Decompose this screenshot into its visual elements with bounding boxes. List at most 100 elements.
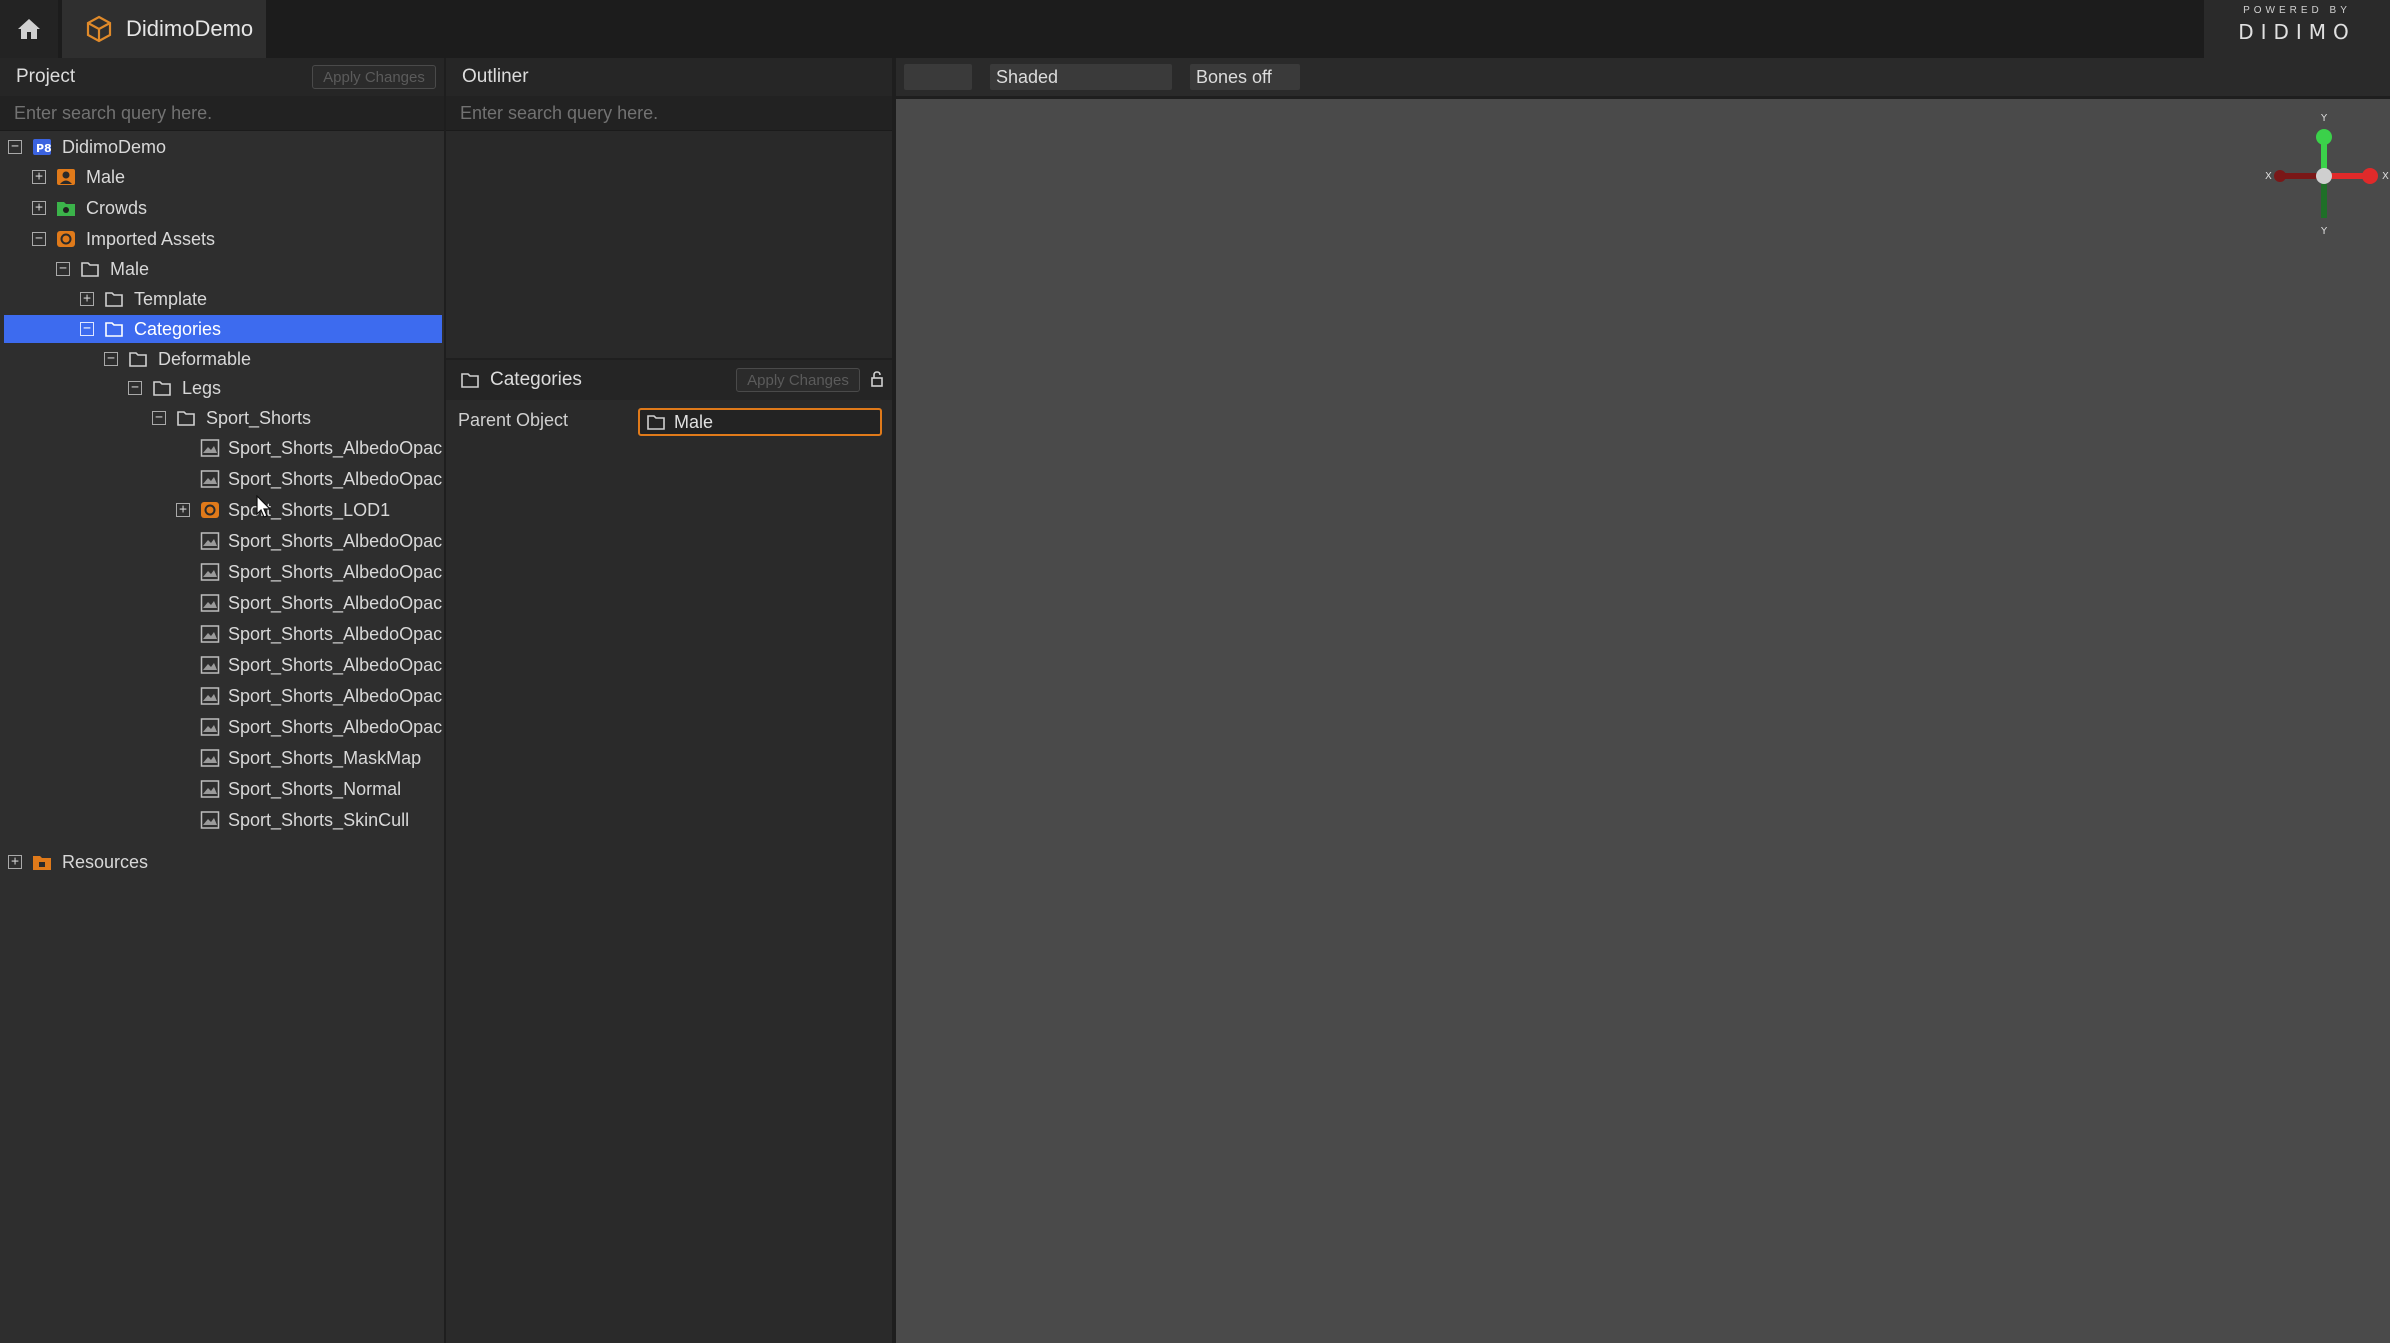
- axis-y-handle[interactable]: [2316, 129, 2332, 145]
- bones-toggle-label: Bones off: [1196, 66, 1272, 87]
- tree-item-deformable[interactable]: − Deformable: [0, 345, 444, 373]
- tree-item-resources[interactable]: + Resources: [0, 848, 444, 876]
- crowd-folder-icon: [57, 202, 75, 216]
- tree-label: Template: [134, 288, 208, 309]
- collapse-icon[interactable]: −: [104, 352, 118, 366]
- texture-icon: [200, 439, 220, 457]
- parent-object-field[interactable]: Male: [638, 408, 882, 436]
- collapse-icon[interactable]: −: [128, 381, 142, 395]
- tab-label: DidimoDemo: [126, 16, 254, 41]
- project-search-input[interactable]: [12, 101, 444, 125]
- outliner-panel: Outliner Categories Apply Changes Parent…: [446, 58, 896, 1343]
- tree-item-asset[interactable]: Sport_Shorts_AlbedoOpac: [0, 713, 444, 741]
- viewport-camera-dropdown[interactable]: [904, 64, 972, 90]
- tree-label: Sport_Shorts_AlbedoOpac: [228, 716, 443, 737]
- tree-item-categories[interactable]: − Categories: [4, 315, 442, 343]
- tree-label: Sport_Shorts_Normal: [228, 778, 402, 799]
- inspector-header: Categories Apply Changes: [446, 358, 892, 400]
- bones-toggle-button[interactable]: Bones off: [1190, 64, 1300, 90]
- tree-item-asset[interactable]: Sport_Shorts_SkinCull: [0, 806, 444, 834]
- texture-icon: [200, 687, 220, 705]
- collapse-icon[interactable]: −: [32, 232, 46, 246]
- home-button[interactable]: [0, 0, 58, 58]
- tree-item-male[interactable]: + Male: [0, 163, 444, 191]
- folder-icon: [129, 352, 147, 367]
- parent-object-row: Parent Object Male: [446, 400, 892, 440]
- collapse-icon[interactable]: −: [80, 322, 94, 336]
- shading-mode-dropdown[interactable]: Shaded: [990, 64, 1172, 90]
- imported-assets-icon: [57, 231, 75, 247]
- project-icon: P8: [33, 139, 52, 155]
- axis-x-label-right: X: [2382, 171, 2389, 182]
- tree-item-template[interactable]: + Template: [0, 285, 444, 313]
- tree-item-asset[interactable]: Sport_Shorts_AlbedoOpac: [0, 527, 444, 555]
- tree-item-asset[interactable]: Sport_Shorts_AlbedoOpac: [0, 558, 444, 586]
- tree-item-crowds[interactable]: + Crowds: [0, 194, 444, 222]
- project-apply-changes-button[interactable]: Apply Changes: [312, 65, 436, 89]
- axis-center-handle[interactable]: [2316, 168, 2332, 184]
- package-icon: [86, 15, 112, 43]
- tree-item-asset[interactable]: Sport_Shorts_AlbedoOpac: [0, 682, 444, 710]
- tree-item-asset[interactable]: Sport_Shorts_AlbedoOpac: [0, 651, 444, 679]
- tree-item-sport-shorts[interactable]: − Sport_Shorts: [0, 404, 444, 432]
- outliner-search-input[interactable]: [458, 101, 892, 125]
- axis-gizmo[interactable]: Y Y X X: [2258, 108, 2390, 240]
- collapse-icon[interactable]: −: [152, 411, 166, 425]
- tree-item-didimodemo[interactable]: − P8 DidimoDemo: [0, 133, 444, 161]
- tab-didimodemo[interactable]: DidimoDemo: [62, 0, 266, 58]
- svg-text:P8: P8: [36, 142, 52, 155]
- texture-icon: [200, 780, 220, 798]
- tree-item-asset[interactable]: Sport_Shorts_AlbedoOpac: [0, 620, 444, 648]
- tree-label: Sport_Shorts_AlbedoOpac: [228, 592, 443, 613]
- axis-x-negative-handle[interactable]: [2274, 170, 2286, 182]
- axis-x-handle[interactable]: [2362, 168, 2378, 184]
- texture-icon: [200, 718, 220, 736]
- tree-item-asset[interactable]: Sport_Shorts_MaskMap: [0, 744, 444, 772]
- axis-x-label-left: X: [2265, 171, 2272, 182]
- character-icon: [57, 169, 75, 185]
- tree-item-legs[interactable]: − Legs: [0, 374, 444, 402]
- tree-item-asset[interactable]: Sport_Shorts_AlbedoOpac: [0, 589, 444, 617]
- folder-icon: [177, 411, 195, 426]
- project-header: Project Apply Changes: [0, 58, 444, 96]
- texture-icon: [200, 811, 220, 829]
- tree-label: Sport_Shorts_AlbedoOpac: [228, 468, 443, 489]
- outliner-search: [446, 96, 892, 131]
- inspector-apply-changes-button[interactable]: Apply Changes: [736, 368, 860, 392]
- 3d-viewport[interactable]: [896, 99, 2390, 1343]
- tree-item-asset[interactable]: Sport_Shorts_Normal: [0, 775, 444, 803]
- tree-item-imported-male[interactable]: − Male: [0, 255, 444, 283]
- folder-icon: [647, 415, 665, 430]
- tree-item-imported-assets[interactable]: − Imported Assets: [0, 225, 444, 253]
- texture-icon: [200, 470, 220, 488]
- tree-label: Resources: [62, 851, 149, 872]
- resources-folder-icon: [33, 856, 51, 870]
- tree-label: Male: [110, 258, 150, 279]
- expand-icon[interactable]: +: [32, 201, 46, 215]
- texture-icon: [200, 656, 220, 674]
- project-search: [0, 96, 444, 131]
- tree-item-asset[interactable]: Sport_Shorts_AlbedoOpac: [0, 434, 444, 462]
- expand-icon[interactable]: +: [80, 292, 94, 306]
- outliner-header: Outliner: [446, 58, 892, 96]
- expand-icon[interactable]: +: [8, 855, 22, 869]
- expand-icon[interactable]: +: [32, 170, 46, 184]
- home-icon: [18, 19, 40, 39]
- mesh-asset-icon: [201, 502, 219, 518]
- brand-wordmark: DIDIMO: [2238, 20, 2356, 44]
- project-panel: Project Apply Changes − P8 DidimoDemo + …: [0, 58, 446, 1343]
- tree-label: Sport_Shorts_AlbedoOpac: [228, 437, 443, 458]
- collapse-icon[interactable]: −: [56, 262, 70, 276]
- lock-icon[interactable]: [870, 370, 884, 388]
- inspector-panel: Categories Apply Changes Parent Object M…: [446, 358, 892, 1343]
- axis-y-label-bottom: Y: [2320, 226, 2328, 237]
- expand-icon[interactable]: +: [176, 503, 190, 517]
- tree-label: Male: [86, 166, 126, 187]
- tree-label: Deformable: [158, 348, 252, 369]
- tree-item-sport-shorts-lod1[interactable]: + Sport_Shorts_LOD1: [0, 496, 444, 524]
- collapse-icon[interactable]: −: [8, 140, 22, 154]
- texture-icon: [200, 625, 220, 643]
- tree-label: Categories: [134, 318, 222, 339]
- tree-label: Crowds: [86, 197, 148, 218]
- tree-item-asset[interactable]: Sport_Shorts_AlbedoOpac: [0, 465, 444, 493]
